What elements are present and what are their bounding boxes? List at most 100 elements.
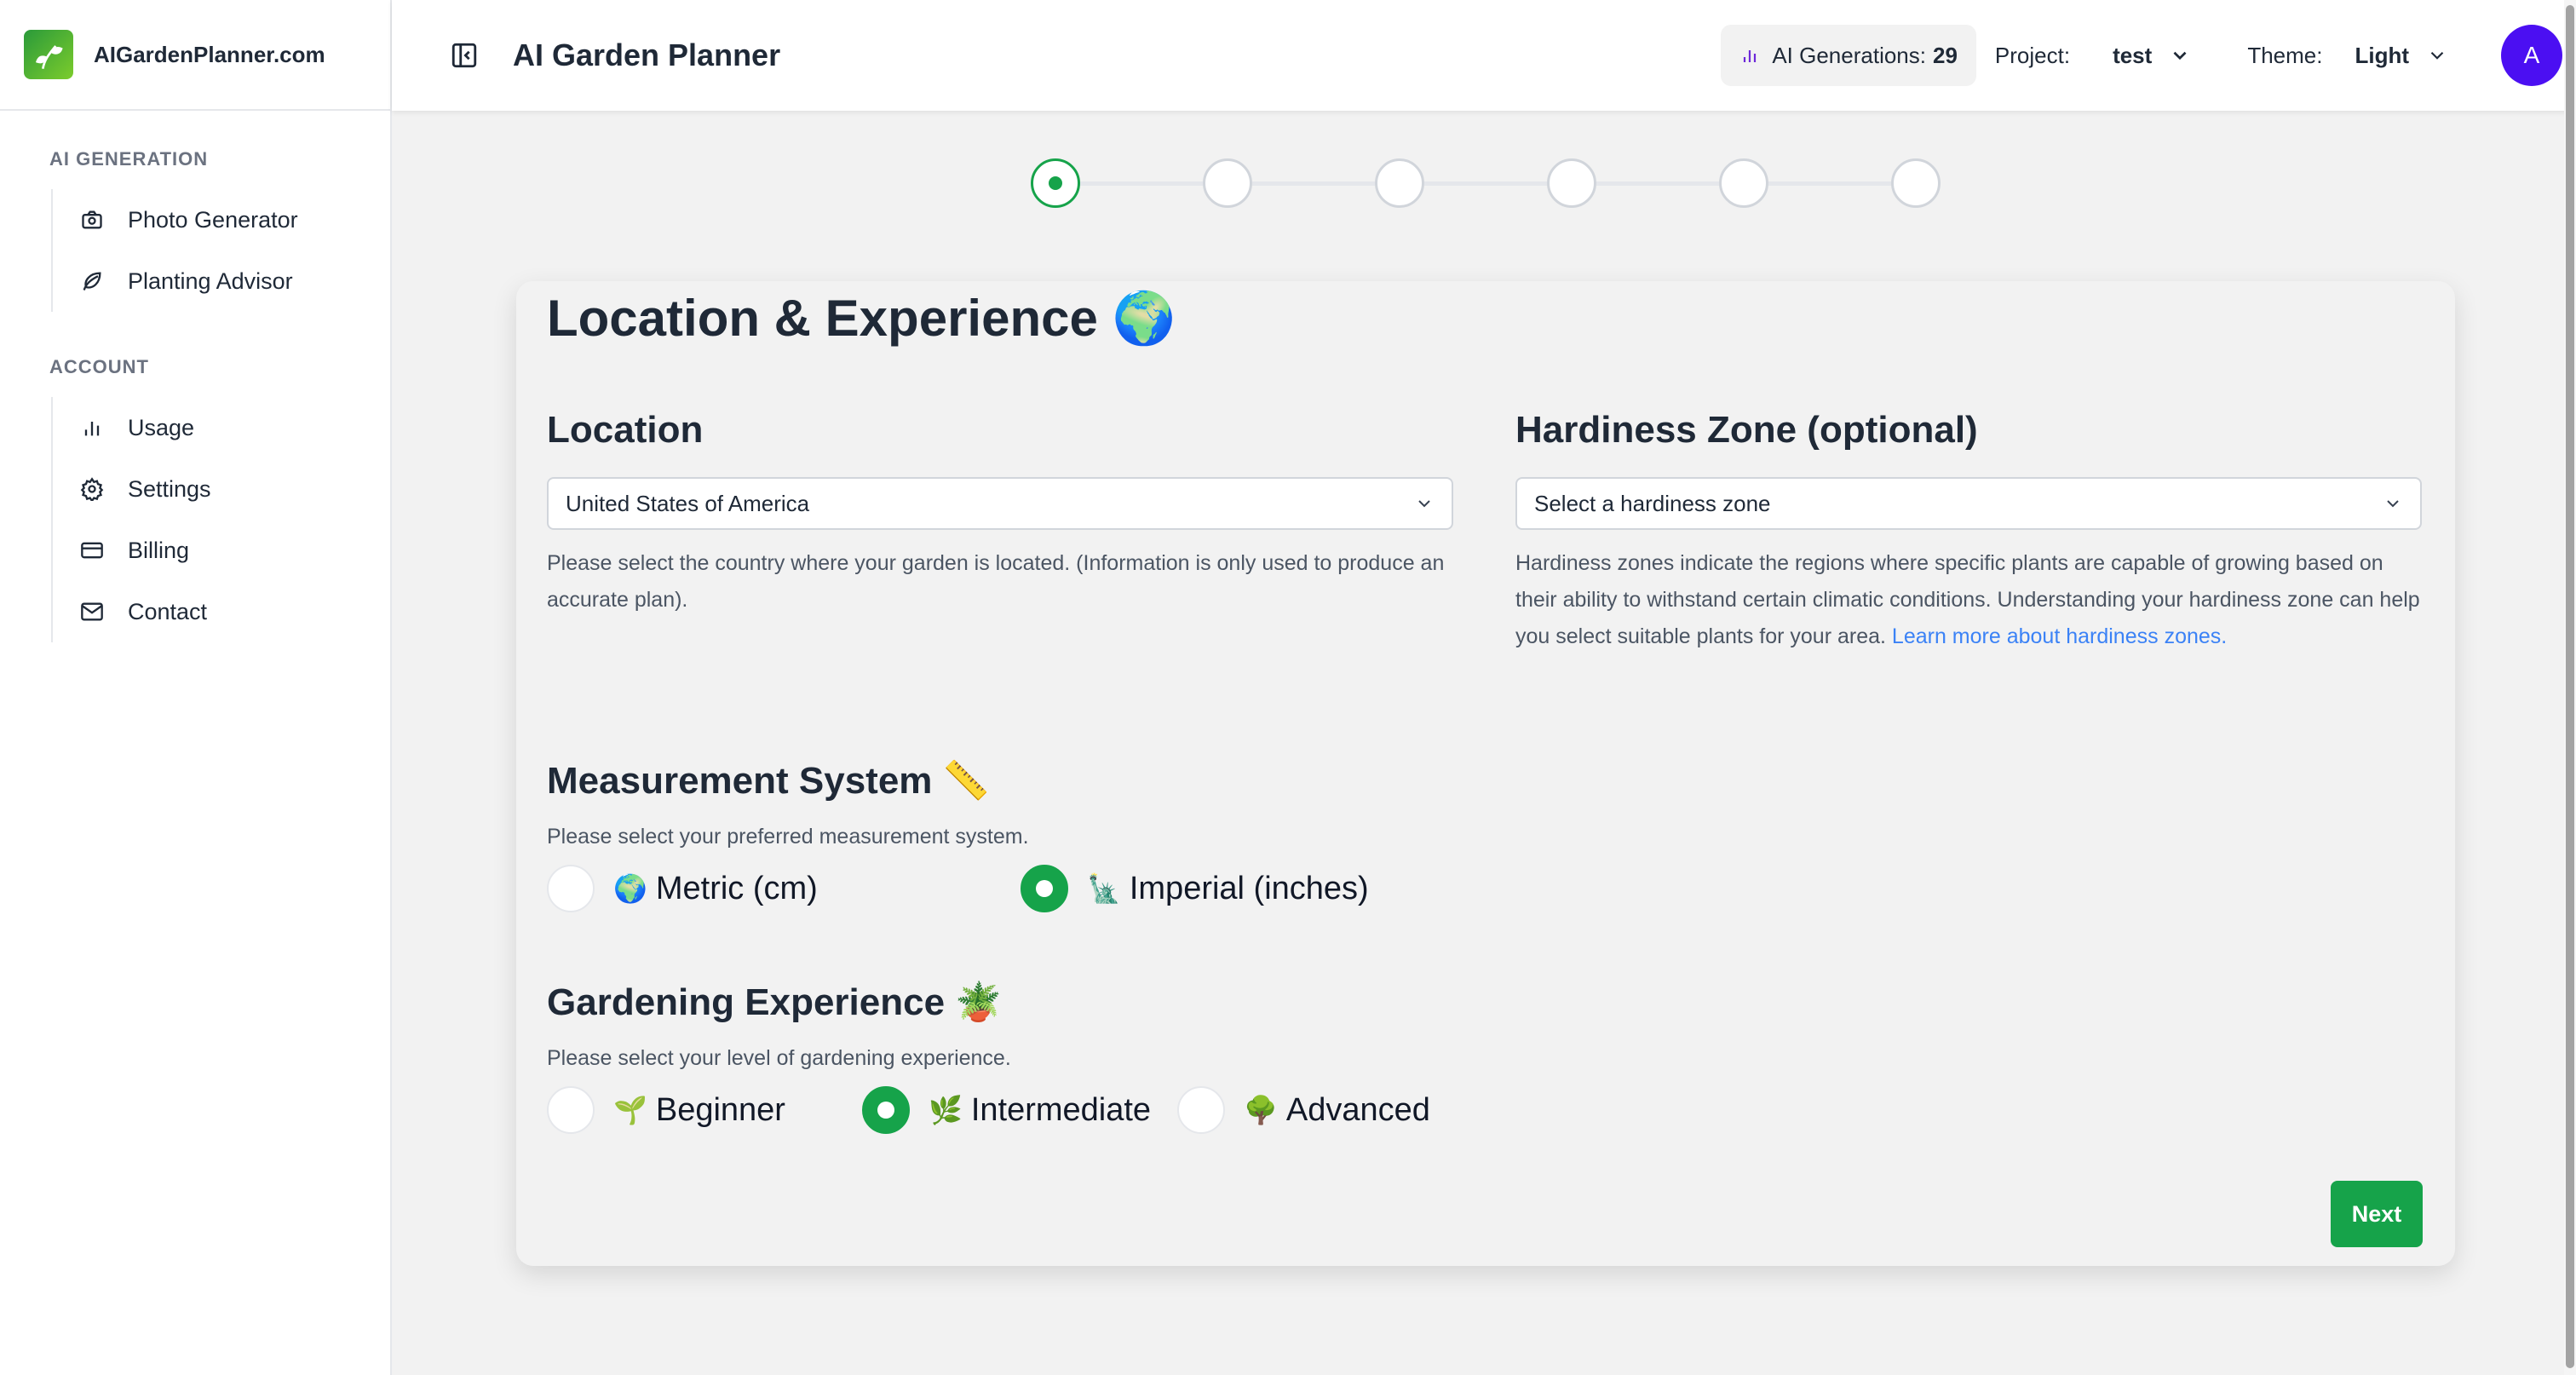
radio-metric[interactable]: 🌍 Metric (cm) — [547, 865, 1021, 912]
radio-imperial[interactable]: 🗽 Imperial (inches) — [1021, 865, 1369, 912]
herb-icon: 🌿 — [929, 1095, 963, 1125]
generations-label: AI Generations: — [1772, 42, 1926, 68]
step-3[interactable] — [1375, 158, 1424, 208]
hardiness-section: Hardiness Zone (optional) Select a hardi… — [1515, 409, 2422, 655]
sidebar-item-settings[interactable]: Settings — [53, 458, 390, 520]
project-label: Project: — [1994, 42, 2071, 68]
theme-label: Theme: — [2247, 42, 2323, 68]
sidebar-item-photo-generator[interactable]: Photo Generator — [53, 189, 390, 250]
step-2[interactable] — [1203, 158, 1252, 208]
tree-icon: 🌳 — [1244, 1095, 1278, 1125]
step-connector — [1768, 181, 1891, 186]
section-ai-generation: AI GENERATION — [49, 148, 209, 170]
radio-label: Intermediate — [970, 1091, 1152, 1128]
chevron-down-icon — [2387, 500, 2399, 508]
sidebar-item-label: Contact — [128, 598, 208, 624]
project-value: test — [2113, 42, 2153, 68]
measurement-title-text: Measurement System — [547, 760, 933, 802]
radio-beginner[interactable]: 🌱 Beginner — [547, 1086, 862, 1134]
bar-chart-icon — [1744, 50, 1757, 62]
radio-button[interactable] — [547, 1086, 595, 1134]
leaf-icon — [83, 272, 101, 291]
step-connector — [1080, 181, 1203, 186]
radio-label: Imperial (inches) — [1129, 870, 1369, 906]
theme-select[interactable]: Light — [2355, 43, 2448, 69]
experience-title-text: Gardening Experience — [547, 981, 946, 1023]
hardiness-help: Hardiness zones indicate the regions whe… — [1515, 545, 2422, 655]
location-section: Location United States of America Please… — [547, 409, 1453, 618]
experience-radio-group: 🌱 Beginner 🌿 Intermediate 🌳 Advanced — [547, 1086, 1739, 1134]
card-title: Location & Experience 🌍 — [547, 288, 1176, 348]
sidebar-item-label: Photo Generator — [128, 206, 298, 233]
next-button[interactable]: Next — [2331, 1181, 2423, 1247]
radio-button-selected[interactable] — [1021, 865, 1068, 912]
sidebar-item-label: Settings — [128, 475, 211, 502]
location-select[interactable]: United States of America — [547, 477, 1453, 530]
brand-name: AIGardenPlanner.com — [94, 41, 325, 67]
brand[interactable]: AIGardenPlanner.com — [0, 0, 390, 111]
chevron-down-icon — [2430, 51, 2444, 60]
measurement-section: Measurement System 📏 Please select your … — [547, 758, 1739, 912]
measurement-radio-group: 🌍 Metric (cm) 🗽 Imperial (inches) — [547, 865, 1739, 912]
globe-icon: 🌍 — [613, 873, 647, 904]
step-4[interactable] — [1547, 158, 1596, 208]
ruler-icon: 📏 — [942, 760, 990, 802]
form-card: Location & Experience 🌍 Location United … — [516, 281, 2455, 1266]
experience-help: Please select your level of gardening ex… — [547, 1046, 1011, 1070]
sidebar-item-planting-advisor[interactable]: Planting Advisor — [53, 250, 390, 312]
gear-icon — [80, 477, 104, 501]
step-connector — [1252, 181, 1375, 186]
step-5[interactable] — [1719, 158, 1768, 208]
section-account: ACCOUNT — [49, 356, 149, 377]
radio-button[interactable] — [547, 865, 595, 912]
step-connector — [1424, 181, 1547, 186]
nav-group-account: Usage Settings Billing Contact — [51, 397, 390, 642]
radio-intermediate[interactable]: 🌿 Intermediate — [862, 1086, 1177, 1134]
scrollbar-thumb[interactable] — [2566, 5, 2574, 1368]
globe-icon: 🌍 — [1112, 290, 1176, 347]
measurement-help: Please select your preferred measurement… — [547, 825, 1029, 849]
radio-advanced[interactable]: 🌳 Advanced — [1177, 1086, 1430, 1134]
sidebar-item-label: Planting Advisor — [128, 268, 293, 294]
project-select[interactable]: test — [2113, 43, 2191, 69]
hardiness-title: Hardiness Zone (optional) — [1515, 409, 1978, 451]
sidebar-toggle-icon[interactable] — [450, 41, 479, 70]
scrollbar[interactable] — [2564, 0, 2576, 1375]
theme-value: Light — [2355, 42, 2409, 68]
radio-button-selected[interactable] — [862, 1086, 910, 1134]
ai-generations-badge[interactable]: AI Generations: 29 — [1721, 25, 1976, 86]
radio-label: Advanced — [1285, 1091, 1430, 1128]
bar-chart-icon — [84, 422, 100, 436]
measurement-title: Measurement System 📏 — [547, 758, 1739, 803]
sidebar-item-label: Billing — [128, 537, 190, 563]
sidebar-item-billing[interactable]: Billing — [53, 520, 390, 581]
sidebar-item-label: Usage — [128, 414, 195, 440]
chevron-down-icon — [1418, 500, 1430, 508]
step-6[interactable] — [1891, 158, 1941, 208]
sidebar-item-usage[interactable]: Usage — [53, 397, 390, 458]
step-1[interactable] — [1031, 158, 1080, 208]
chevron-down-icon — [2173, 51, 2187, 60]
step-connector — [1596, 181, 1719, 186]
camera-icon — [82, 210, 102, 229]
hardiness-placeholder: Select a hardiness zone — [1534, 490, 1771, 516]
experience-title: Gardening Experience 🪴 — [547, 980, 1739, 1024]
location-value: United States of America — [566, 490, 810, 516]
generations-count: 29 — [1932, 42, 1958, 68]
avatar[interactable]: A — [2501, 25, 2562, 86]
potted-plant-icon: 🪴 — [955, 981, 1003, 1023]
radio-button[interactable] — [1177, 1086, 1225, 1134]
hardiness-learn-more-link[interactable]: Learn more about hardiness zones. — [1892, 624, 2227, 648]
radio-label: Metric (cm) — [655, 870, 818, 906]
mail-icon — [81, 602, 103, 621]
radio-label: Beginner — [655, 1091, 785, 1128]
experience-section: Gardening Experience 🪴 Please select you… — [547, 980, 1739, 1134]
credit-card-icon — [81, 542, 103, 559]
sidebar-item-contact[interactable]: Contact — [53, 581, 390, 642]
hardiness-select[interactable]: Select a hardiness zone — [1515, 477, 2422, 530]
location-title: Location — [547, 409, 704, 451]
seedling-icon: 🌱 — [613, 1095, 647, 1125]
page-title: AI Garden Planner — [513, 37, 781, 72]
nav-group-ai-generation: Photo Generator Planting Advisor — [51, 189, 390, 312]
statue-of-liberty-icon: 🗽 — [1087, 873, 1121, 904]
